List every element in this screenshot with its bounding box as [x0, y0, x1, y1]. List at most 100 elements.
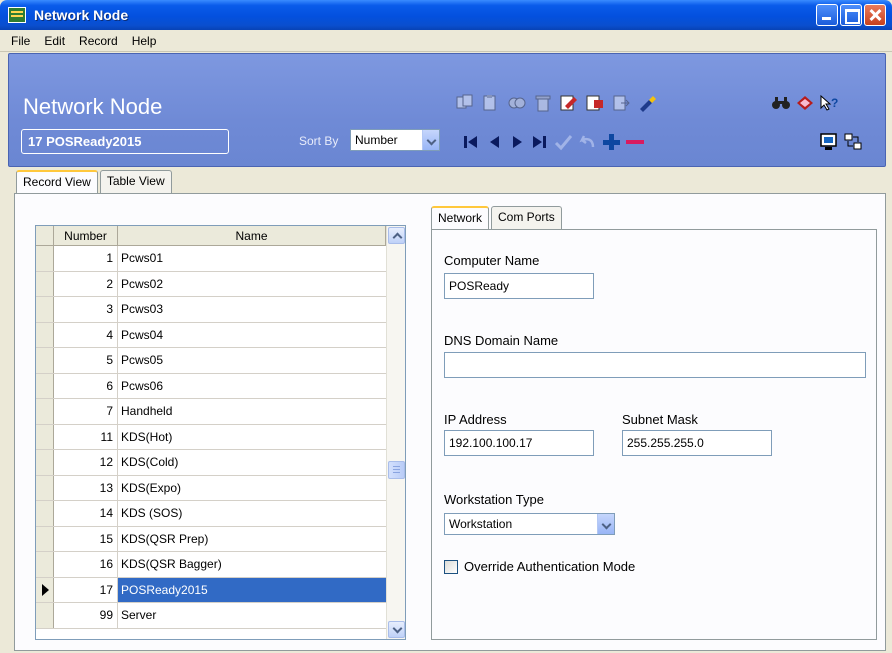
cell-name[interactable]: Server	[118, 603, 386, 628]
previous-record-icon[interactable]	[485, 133, 505, 151]
table-row[interactable]: 16 KDS(QSR Bagger)	[36, 552, 405, 578]
cell-number[interactable]: 2	[54, 271, 118, 296]
cell-name[interactable]: Pcws05	[118, 348, 386, 373]
screen-icon[interactable]	[819, 133, 839, 151]
cell-number[interactable]: 12	[54, 450, 118, 475]
table-row[interactable]: 7 Handheld	[36, 399, 405, 425]
cell-name[interactable]: KDS(QSR Bagger)	[118, 552, 386, 577]
chevron-down-icon[interactable]	[422, 130, 439, 150]
paste-record-icon[interactable]	[481, 94, 501, 112]
table-row[interactable]: 2 Pcws02	[36, 271, 405, 297]
row-selector[interactable]	[36, 322, 54, 347]
cell-number[interactable]: 16	[54, 552, 118, 577]
row-selector[interactable]	[36, 373, 54, 398]
table-row[interactable]: 14 KDS (SOS)	[36, 501, 405, 527]
workstation-type-select[interactable]: Workstation	[444, 513, 615, 535]
cell-number[interactable]: 15	[54, 526, 118, 551]
cell-number[interactable]: 6	[54, 373, 118, 398]
cell-number[interactable]: 4	[54, 322, 118, 347]
menu-file[interactable]: File	[4, 34, 37, 48]
cell-number[interactable]: 3	[54, 297, 118, 322]
scroll-thumb[interactable]	[388, 461, 405, 479]
copy-record-icon[interactable]	[455, 94, 475, 112]
cell-name[interactable]: Pcws04	[118, 323, 386, 348]
cell-number[interactable]: 11	[54, 424, 118, 449]
table-row[interactable]: 12 KDS(Cold)	[36, 450, 405, 476]
export-icon[interactable]	[611, 94, 631, 112]
row-selector[interactable]	[36, 577, 54, 602]
cell-name[interactable]: Pcws06	[118, 374, 386, 399]
row-selector[interactable]	[36, 246, 54, 271]
dns-domain-field[interactable]	[444, 352, 866, 378]
ip-address-field[interactable]: 192.100.100.17	[444, 430, 594, 456]
row-selector[interactable]	[36, 526, 54, 551]
cell-number[interactable]: 14	[54, 501, 118, 526]
table-row[interactable]: 4 Pcws04	[36, 322, 405, 348]
connect-icon[interactable]	[843, 133, 863, 151]
row-selector[interactable]	[36, 501, 54, 526]
cell-number[interactable]: 1	[54, 246, 118, 271]
cell-name[interactable]: KDS(Expo)	[118, 476, 386, 501]
tab-record-view[interactable]: Record View	[16, 170, 98, 194]
cell-name[interactable]: Handheld	[118, 399, 386, 424]
menu-record[interactable]: Record	[72, 34, 125, 48]
first-record-icon[interactable]	[461, 133, 481, 151]
table-row[interactable]: 6 Pcws06	[36, 373, 405, 399]
cell-name[interactable]: KDS(Hot)	[118, 425, 386, 450]
column-header-name[interactable]: Name	[118, 226, 386, 245]
row-selector[interactable]	[36, 271, 54, 296]
next-record-icon[interactable]	[507, 133, 527, 151]
cell-number[interactable]: 13	[54, 475, 118, 500]
row-selector[interactable]	[36, 552, 54, 577]
cell-name[interactable]: Pcws01	[118, 246, 386, 271]
grid-scrollbar[interactable]	[386, 226, 405, 639]
current-record-box[interactable]: 17 POSReady2015	[21, 129, 229, 154]
row-selector[interactable]	[36, 424, 54, 449]
row-selector[interactable]	[36, 450, 54, 475]
cell-number[interactable]: 17	[54, 577, 118, 602]
chevron-down-icon[interactable]	[597, 514, 614, 534]
row-selector[interactable]	[36, 399, 54, 424]
row-selector[interactable]	[36, 297, 54, 322]
row-selector[interactable]	[36, 475, 54, 500]
cell-name[interactable]: KDS (SOS)	[118, 501, 386, 526]
scroll-down-icon[interactable]	[388, 621, 405, 638]
maximize-button[interactable]	[840, 4, 862, 26]
tab-network[interactable]: Network	[431, 206, 490, 230]
tab-com-ports[interactable]: Com Ports	[491, 206, 562, 229]
duplicate-icon[interactable]	[507, 94, 527, 112]
menu-edit[interactable]: Edit	[37, 34, 72, 48]
last-record-icon[interactable]	[529, 133, 549, 151]
add-record-icon[interactable]	[601, 133, 621, 151]
table-row[interactable]: 99 Server	[36, 603, 405, 629]
cell-name[interactable]: Pcws02	[118, 272, 386, 297]
table-row[interactable]: 3 Pcws03	[36, 297, 405, 323]
undo-icon[interactable]	[577, 133, 597, 151]
cell-number[interactable]: 7	[54, 399, 118, 424]
cell-number[interactable]: 99	[54, 603, 118, 628]
menu-help[interactable]: Help	[125, 34, 164, 48]
subnet-mask-field[interactable]: 255.255.255.0	[622, 430, 772, 456]
records-grid[interactable]: Number Name 1 Pcws01 2 Pcws02 3 Pcws03 4 Pcws04…	[35, 225, 406, 640]
override-auth-checkbox[interactable]	[444, 560, 458, 574]
cell-name[interactable]: KDS(Cold)	[118, 450, 386, 475]
cell-name[interactable]: POSReady2015	[118, 577, 386, 602]
table-row[interactable]: 1 Pcws01	[36, 246, 405, 272]
column-header-number[interactable]: Number	[54, 226, 118, 245]
find-binoculars-icon[interactable]	[771, 94, 791, 112]
tab-table-view[interactable]: Table View	[99, 170, 172, 193]
delete-icon[interactable]	[533, 94, 553, 112]
override-auth-label[interactable]: Override Authentication Mode	[464, 559, 635, 574]
clear-icon[interactable]	[637, 94, 657, 112]
cell-name[interactable]: KDS(QSR Prep)	[118, 527, 386, 552]
edit-icon[interactable]	[559, 94, 579, 112]
cell-number[interactable]: 5	[54, 348, 118, 373]
row-selector[interactable]	[36, 603, 54, 628]
minimize-button[interactable]	[816, 4, 838, 26]
import-icon[interactable]	[585, 94, 605, 112]
save-check-icon[interactable]	[553, 133, 573, 151]
cell-name[interactable]: Pcws03	[118, 297, 386, 322]
row-selector[interactable]	[36, 348, 54, 373]
table-row[interactable]: 5 Pcws05	[36, 348, 405, 374]
table-row[interactable]: 17 POSReady2015	[36, 577, 405, 603]
